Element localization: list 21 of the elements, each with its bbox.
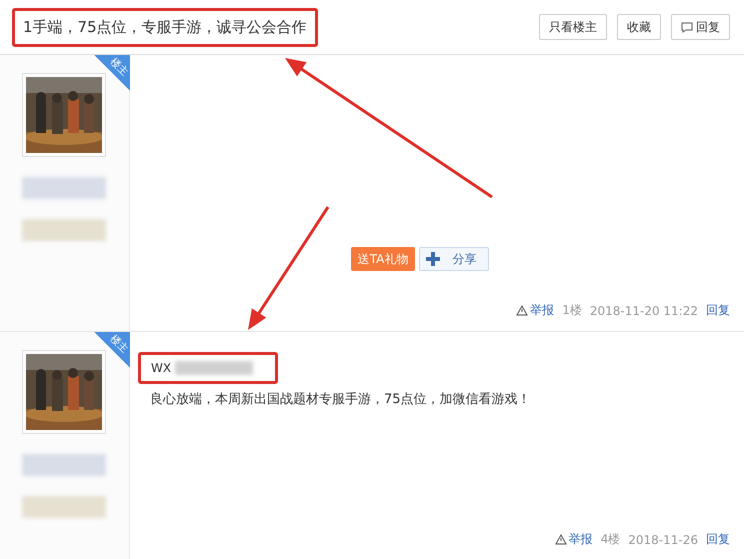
author-label: 楼主 (106, 332, 131, 356)
comment-icon (681, 22, 693, 32)
reply-link[interactable]: 回复 (706, 302, 730, 319)
plus-icon (426, 252, 440, 266)
author-label: 楼主 (106, 55, 131, 80)
contact-label: WX (151, 361, 172, 375)
report-link[interactable]: 举报 (554, 531, 593, 548)
post-time: 2018-11-20 11:22 (590, 304, 698, 318)
warning-icon (516, 305, 528, 316)
report-link[interactable]: 举报 (516, 302, 554, 319)
post-content: 良心放端，本周新出国战题材专服手游，75点位，加微信看游戏！ (150, 391, 532, 408)
thread-title: 1手端，75点位，专服手游，诚寻公会合作 (12, 8, 318, 46)
header-button[interactable]: 回复 (671, 14, 730, 40)
warning-icon (554, 534, 567, 545)
share-button[interactable]: 分享 (419, 247, 490, 271)
header-button[interactable]: 收藏 (617, 14, 661, 40)
floor-number: 1楼 (562, 302, 582, 319)
post-time: 2018-11-26 (628, 532, 698, 546)
floor-number: 4楼 (600, 531, 620, 548)
header-button[interactable]: 只看楼主 (539, 14, 607, 40)
reply-link[interactable]: 回复 (706, 531, 730, 548)
